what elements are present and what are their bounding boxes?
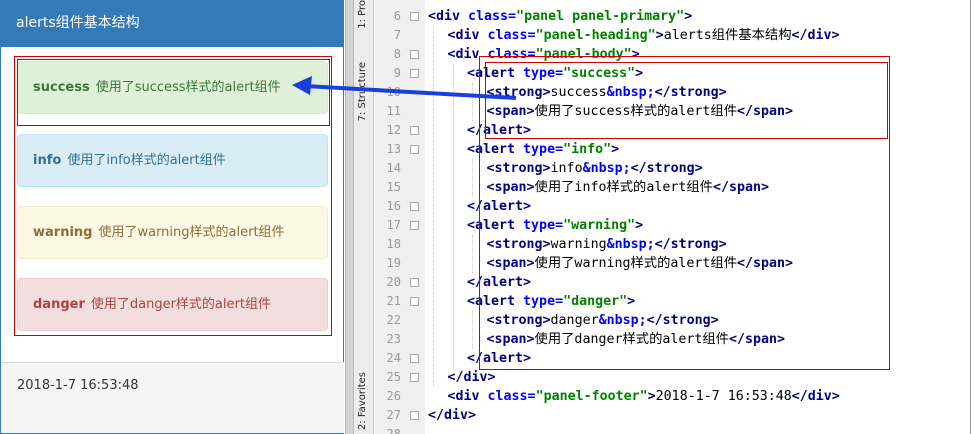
indent-guide bbox=[472, 235, 473, 273]
code-token: class= bbox=[487, 28, 536, 43]
line-number: 17 bbox=[386, 218, 401, 232]
code-token: "panel-footer" bbox=[535, 389, 648, 404]
fold-marker-icon[interactable] bbox=[410, 12, 419, 21]
tab-project[interactable]: 1: Pro bbox=[354, 0, 374, 40]
code-token: > bbox=[684, 9, 693, 24]
code-token: </div> bbox=[791, 28, 840, 43]
fold-marker-icon[interactable] bbox=[410, 202, 419, 211]
line-number: 12 bbox=[386, 123, 401, 137]
code-line: <div class="panel-heading">alerts组件基本结构<… bbox=[448, 26, 840, 45]
highlight-box-success-alert bbox=[17, 59, 330, 126]
line-number: 19 bbox=[386, 256, 401, 270]
line-number: 13 bbox=[386, 142, 401, 156]
line-number: 16 bbox=[386, 199, 401, 213]
tab-structure[interactable]: 7: Structure bbox=[354, 62, 374, 124]
tab-project-label: 1: Pro bbox=[357, 0, 368, 29]
line-number: 22 bbox=[386, 313, 401, 327]
line-number: 18 bbox=[386, 237, 401, 251]
code-token: <div bbox=[447, 28, 488, 43]
line-number: 20 bbox=[386, 275, 401, 289]
panel-heading: alerts组件基本结构 bbox=[1, 0, 343, 47]
code-token: "panel panel-primary" bbox=[516, 9, 685, 24]
tab-favorites-label: 2: Favorites bbox=[357, 372, 368, 431]
code-line: <div class="panel-footer">2018-1-7 16:53… bbox=[448, 387, 840, 406]
code-token: </div> bbox=[791, 389, 840, 404]
fold-marker-icon[interactable] bbox=[410, 354, 419, 363]
rendered-preview: alerts组件基本结构 success 使用了success样式的alert组件… bbox=[0, 0, 345, 434]
code-token: alerts组件基本结构 bbox=[663, 28, 792, 43]
line-number: 28 bbox=[386, 427, 401, 434]
code-token: class= bbox=[468, 9, 517, 24]
code-token: <div bbox=[428, 9, 469, 24]
fold-marker-icon[interactable] bbox=[410, 69, 419, 78]
tab-favorites[interactable]: 2: Favorites bbox=[354, 372, 374, 434]
line-number-gutter: 6 7 8 9 10 11 12 13 14 15 16 17 18 19 20 21 22 23 24 25 26 27… bbox=[375, 0, 425, 434]
indent-guide bbox=[472, 311, 473, 349]
line-number: 27 bbox=[386, 408, 401, 422]
indent-guide bbox=[472, 159, 473, 197]
line-number: 14 bbox=[386, 161, 401, 175]
fold-marker-icon[interactable] bbox=[410, 278, 419, 287]
line-number: 6 bbox=[393, 9, 401, 23]
indent-guide bbox=[452, 64, 454, 368]
indent-guide bbox=[433, 26, 434, 387]
code-token: "panel-heading" bbox=[535, 28, 656, 43]
line-number: 9 bbox=[393, 66, 401, 80]
code-token: class= bbox=[487, 389, 536, 404]
line-number: 25 bbox=[386, 370, 401, 384]
fold-marker-icon[interactable] bbox=[410, 221, 419, 230]
code-line: <div class="panel panel-primary"> bbox=[428, 7, 692, 26]
line-number: 23 bbox=[386, 332, 401, 346]
line-number: 24 bbox=[386, 351, 401, 365]
line-number: 21 bbox=[386, 294, 401, 308]
code-editor[interactable]: 1: Pro 7: Structure 2: Favorites 6 7 8 9 10 1… bbox=[354, 0, 971, 434]
line-number: 7 bbox=[393, 28, 401, 42]
code-line: </div> bbox=[428, 406, 476, 425]
fold-marker-icon[interactable] bbox=[410, 126, 419, 135]
split-divider[interactable] bbox=[345, 0, 354, 434]
fold-marker-icon[interactable] bbox=[410, 411, 419, 420]
code-token: 2018-1-7 16:53:48 bbox=[655, 389, 792, 404]
fold-marker-icon[interactable] bbox=[410, 50, 419, 59]
code-token: <div bbox=[447, 389, 488, 404]
code-line: </div> bbox=[448, 368, 496, 387]
line-number: 11 bbox=[386, 104, 401, 118]
fold-marker-icon[interactable] bbox=[410, 373, 419, 382]
code-token: </div> bbox=[447, 370, 496, 385]
panel-footer: 2018-1-7 16:53:48 bbox=[1, 362, 344, 433]
line-number: 15 bbox=[386, 180, 401, 194]
tab-structure-label: 7: Structure bbox=[357, 62, 368, 122]
code-token: </div> bbox=[428, 408, 477, 423]
highlight-box-success-alert-code bbox=[485, 62, 888, 139]
fold-marker-icon[interactable] bbox=[410, 297, 419, 306]
code-token: > bbox=[655, 28, 664, 43]
fold-marker-icon[interactable] bbox=[410, 145, 419, 154]
line-number: 8 bbox=[393, 47, 401, 61]
line-number: 10 bbox=[386, 85, 401, 99]
tool-window-strip: 1: Pro 7: Structure 2: Favorites bbox=[354, 0, 374, 434]
code-token: > bbox=[647, 389, 656, 404]
indent-guide bbox=[472, 83, 473, 121]
line-number: 26 bbox=[386, 389, 401, 403]
